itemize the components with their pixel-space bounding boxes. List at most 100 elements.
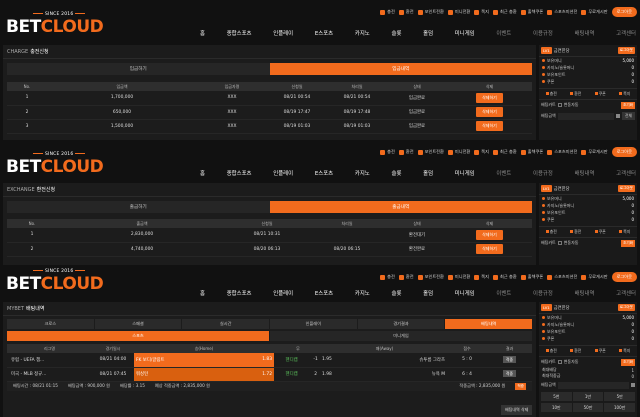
bet-amount-input[interactable]	[557, 381, 629, 389]
nav-minigame[interactable]: 미니게임	[455, 29, 475, 37]
quick-coupon[interactable]: 쿠폰	[595, 91, 606, 97]
point-icon	[417, 274, 423, 280]
charge-table: No. 입금액 입금자명 신청일 처리일 상태 삭제 1 1,700,000 XXX…	[7, 82, 532, 134]
tab-deposit[interactable]: 입금하기	[7, 63, 270, 75]
nav-bethistory[interactable]: 배팅내역	[575, 29, 595, 37]
calendar-icon	[520, 9, 526, 15]
logout-button[interactable]: 로그아웃	[611, 147, 637, 157]
top-utility-bar: 충전 환전 포인트전환 미니전환 쪽지 최근 충환 출첵쿠폰 스포츠미션전 무료…	[300, 271, 637, 283]
topbar-attend[interactable]: 출첵쿠폰	[520, 9, 543, 15]
money-icon	[542, 316, 545, 319]
topbar-mission[interactable]: 스포츠미션전	[547, 9, 577, 15]
board-icon	[581, 149, 587, 155]
exchange-tabs: 출금하기 출금내역	[7, 201, 532, 213]
table-row: 2 650,000 XXX 08/19 17:47 08/19 17:48 입금완료 삭제…	[7, 105, 532, 120]
nav-slot[interactable]: 슬롯	[391, 29, 401, 37]
delete-bet-history-button[interactable]: 배팅내역 삭제	[501, 405, 533, 415]
nav-esports[interactable]: E스포츠	[315, 29, 333, 37]
charge-tabs: 입금하기 입금내역	[7, 63, 532, 75]
user-sidebar: LV1 금연한당 로그아웃 보유머니 5,000 카지노/슬롯머니 0 보유포인트 0 쿠…	[539, 45, 637, 140]
nav-rules[interactable]: 이용규정	[533, 29, 553, 37]
tab-cross[interactable]: 크로스	[7, 319, 94, 329]
table-row: 미국 - MLB 정규... 08/21 07:45 워싱턴 1.72 핸디캡 …	[7, 367, 532, 382]
result-badge: 적중	[503, 355, 516, 363]
nav-support[interactable]: 고객센터	[616, 29, 636, 37]
delete-button[interactable]: 삭제하기	[476, 107, 503, 117]
bet-amount-input[interactable]	[557, 112, 614, 120]
delete-button[interactable]: 삭제하기	[476, 92, 503, 103]
nav-holdem[interactable]: 홀덤	[423, 29, 433, 37]
topbar-charge[interactable]: 충전	[380, 9, 395, 15]
tab-deposit-history[interactable]: 입금내역	[269, 63, 532, 75]
nav-inplay[interactable]: 인플레이	[273, 29, 293, 37]
topbar-point[interactable]: 포인트전환	[417, 9, 444, 15]
money-icon	[542, 59, 545, 62]
trash-icon[interactable]	[631, 383, 635, 387]
delete-button[interactable]: 삭제하기	[476, 229, 503, 240]
tab-withdraw[interactable]: 출금하기	[7, 201, 270, 213]
top-utility-bar: 충전 환전 포인트전환 미니전환 쪽지 최근 충환 출첵쿠폰 스포츠미션전 무료…	[300, 146, 637, 158]
trophy-icon	[547, 149, 553, 155]
cart-reset-button[interactable]: 초기화	[621, 101, 635, 109]
tab-withdraw-history[interactable]: 출금내역	[269, 201, 532, 213]
topbar-recent[interactable]: 최근 충환	[493, 9, 517, 15]
topbar-mini[interactable]: 미니전환	[447, 9, 470, 15]
user-sidebar: LV1 금연한당 로그아웃 보유머니 5,000 카지노/슬롯머니 0 보유포인트 0 쿠…	[539, 183, 637, 265]
chip-50k[interactable]: 5만	[604, 392, 636, 401]
quick-exchange[interactable]: 환전	[570, 91, 581, 97]
table-row: 2 4,740,000 08/20 06:13 08/20 06:15 환전완료 삭제하…	[7, 242, 532, 257]
logout-button[interactable]: 로그아웃	[611, 7, 637, 17]
board-icon	[581, 274, 587, 280]
sport-mini-tabs: 스포츠 미니게임	[7, 331, 532, 341]
nav-sports[interactable]: 종합스포츠	[227, 29, 252, 37]
delete-button[interactable]: 삭제하기	[476, 121, 503, 131]
site-logo[interactable]: SINCE 2016 BETCLOUD	[6, 269, 106, 295]
page-title: EXCHANGE 환전신청	[3, 183, 536, 197]
chip-500k[interactable]: 50만	[572, 403, 604, 412]
point-icon	[417, 9, 423, 15]
nav-casino[interactable]: 카지노	[355, 29, 370, 37]
quick-charge[interactable]: 충전	[546, 91, 557, 97]
tab-minigame[interactable]: 미니게임	[270, 331, 532, 341]
mini-icon	[447, 149, 453, 155]
tab-inplay[interactable]: 인플레이	[270, 319, 357, 329]
tab-bethistory[interactable]: 배팅내역	[445, 319, 533, 329]
clock-icon	[493, 9, 499, 15]
casino-icon	[542, 66, 545, 69]
chip-10k[interactable]: 1만	[572, 392, 604, 401]
chip-100k[interactable]: 10만	[541, 403, 572, 412]
exchange-panel: EXCHANGE 환전신청 출금하기 출금내역 No. 출금액 신청일 처리일 상…	[3, 183, 536, 265]
site-logo[interactable]: SINCE 2016 BETCLOUD	[6, 152, 106, 178]
point-icon	[542, 211, 545, 214]
coin-icon	[380, 149, 386, 155]
topbar-board[interactable]: 무료게시판	[581, 9, 608, 15]
chip-5k[interactable]: 5천	[541, 392, 572, 401]
site-logo[interactable]: SINCE 2016 BETCLOUD	[6, 12, 106, 38]
sidebar-logout-button[interactable]: 로그아웃	[617, 47, 635, 54]
tab-sports[interactable]: 스포츠	[7, 331, 269, 341]
amount-chips: 10만 50만 100만	[539, 402, 637, 413]
nav-home[interactable]: 홈	[200, 29, 205, 37]
bet-summary: 배팅시간 : 08/21 01:15 배팅금액 : 900,000 원 배당률 …	[7, 381, 532, 391]
bet-all-button[interactable]: 전체	[622, 112, 635, 120]
auto-checkbox[interactable]	[557, 103, 562, 107]
quick-actions: 충전 환전 쿠폰 쪽지	[539, 88, 637, 100]
tab-results[interactable]: 경기결과	[357, 319, 445, 329]
delete-button[interactable]: 삭제하기	[476, 244, 503, 254]
mail-icon	[474, 149, 480, 155]
quick-message[interactable]: 쪽지	[619, 91, 630, 97]
mini-icon	[447, 274, 453, 280]
chip-1m[interactable]: 100만	[604, 403, 636, 412]
table-row: 1 2,830,000 08/21 10:31 환전대기 삭제하기	[7, 228, 532, 243]
topbar-message[interactable]: 쪽지	[474, 9, 489, 15]
tab-live[interactable]: 실시간	[182, 319, 270, 329]
logout-button[interactable]: 로그아웃	[611, 272, 637, 282]
tab-special[interactable]: 스페셜	[94, 319, 182, 329]
coin-icon	[380, 274, 386, 280]
topbar-exchange[interactable]: 환전	[398, 9, 414, 15]
mail-icon	[474, 274, 480, 280]
trash-icon[interactable]	[616, 114, 620, 118]
exchange-section: 충전 환전 포인트전환 미니전환 쪽지 최근 충환 출첵쿠폰 스포츠미션전 무료…	[0, 140, 640, 265]
charge-panel: CHARGE 충전신청 입금하기 입금내역 No. 입금액 입금자명 신청일 처리…	[3, 45, 536, 140]
nav-event[interactable]: 이벤트	[496, 29, 511, 37]
